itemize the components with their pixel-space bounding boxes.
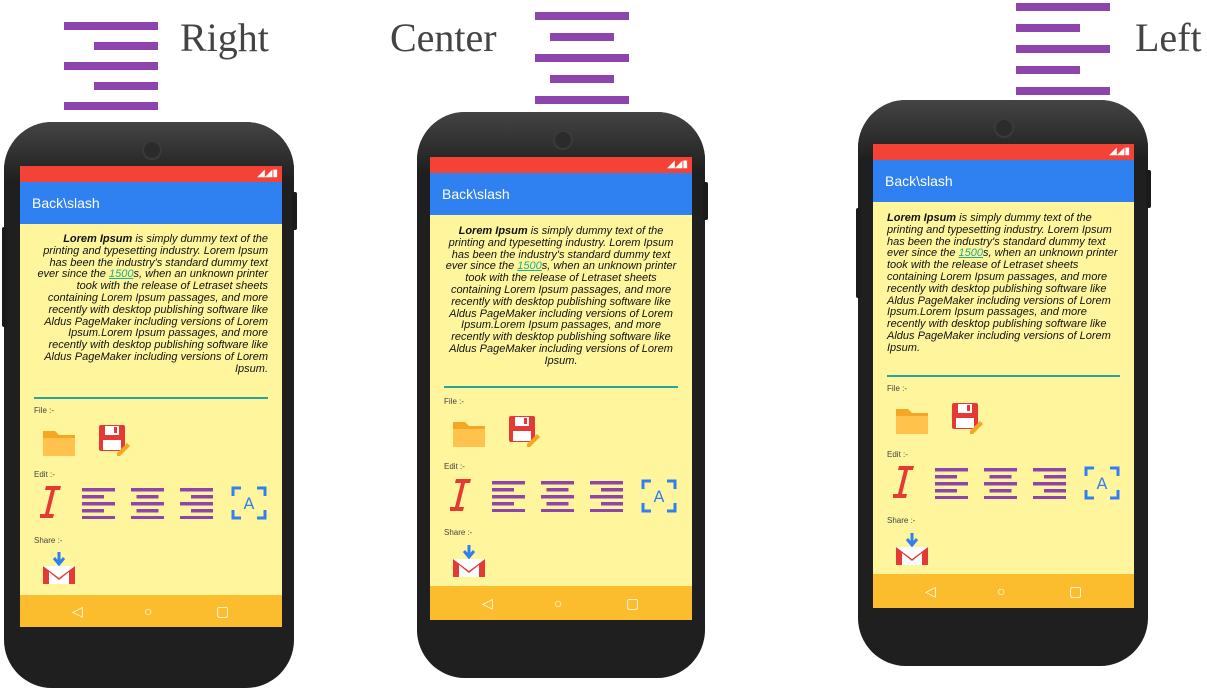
text-underline (444, 386, 678, 388)
align-center-icon (535, 12, 629, 104)
app-bar: Back\slash (20, 182, 282, 224)
svg-text:A: A (654, 487, 665, 506)
screen-center: ◢◢▮ Back\slash Lorem Ipsum is simply dum… (430, 157, 692, 620)
app-title: Back\slash (885, 173, 953, 189)
phone-left: ◢◢▮ Back\slash Lorem Ipsum is simply dum… (856, 100, 1151, 666)
align-center-icon[interactable] (984, 468, 1017, 499)
align-right-icon[interactable] (590, 481, 623, 512)
back-icon[interactable]: ◁ (72, 604, 83, 618)
nav-bar: ◁ ○ ▢ (430, 586, 692, 620)
svg-text:A: A (244, 494, 255, 513)
folder-icon[interactable] (41, 428, 77, 458)
folder-icon[interactable] (451, 419, 487, 449)
edit-label: Edit :- (887, 450, 908, 459)
text-underline (34, 397, 268, 399)
status-bar: ◢◢▮ (873, 144, 1134, 160)
heading-right: Right (180, 15, 269, 60)
app-title: Back\slash (32, 195, 100, 211)
align-right-icon[interactable] (1033, 468, 1066, 499)
italic-icon[interactable] (40, 484, 62, 520)
recents-icon[interactable]: ▢ (1069, 584, 1082, 598)
app-bar: Back\slash (430, 173, 692, 215)
folder-icon[interactable] (894, 406, 930, 436)
heading-center: Center (390, 15, 497, 60)
align-center-icon[interactable] (541, 481, 574, 512)
file-label: File :- (887, 384, 907, 393)
nav-bar: ◁ ○ ▢ (873, 574, 1134, 608)
align-left-icon[interactable] (82, 488, 115, 519)
file-label: File :- (34, 406, 54, 415)
gmail-icon[interactable] (41, 552, 77, 586)
recents-icon[interactable]: ▢ (216, 604, 229, 618)
status-bar: ◢◢▮ (20, 166, 282, 182)
home-icon[interactable]: ○ (144, 604, 152, 618)
align-left-icon[interactable] (492, 481, 525, 512)
text-select-icon[interactable]: A (1084, 466, 1120, 500)
share-label: Share :- (887, 516, 916, 525)
italic-icon[interactable] (893, 464, 915, 500)
screen-left: ◢◢▮ Back\slash Lorem Ipsum is simply dum… (873, 144, 1134, 608)
nav-bar: ◁ ○ ▢ (20, 595, 282, 627)
text-underline (887, 375, 1120, 377)
align-center-icon[interactable] (131, 488, 164, 519)
svg-text:A: A (1097, 474, 1108, 493)
phone-right: ◢◢▮ Back\slash Lorem Ipsum is simply dum… (2, 122, 297, 688)
text-select-icon[interactable]: A (641, 479, 677, 513)
heading-left: Left (1135, 15, 1202, 60)
edit-label: Edit :- (34, 470, 55, 479)
italic-icon[interactable] (450, 477, 472, 513)
share-label: Share :- (444, 528, 473, 537)
align-left-icon[interactable] (935, 468, 968, 499)
home-icon[interactable]: ○ (997, 584, 1005, 598)
gmail-icon[interactable] (451, 545, 487, 579)
save-icon[interactable] (507, 414, 541, 448)
editor-text[interactable]: Lorem Ipsum is simply dummy text of the … (887, 212, 1120, 355)
back-icon[interactable]: ◁ (925, 584, 936, 598)
screen-right: ◢◢▮ Back\slash Lorem Ipsum is simply dum… (20, 166, 282, 627)
recents-icon[interactable]: ▢ (626, 596, 639, 610)
align-right-icon (64, 22, 158, 112)
editor-text[interactable]: Lorem Ipsum is simply dummy text of the … (444, 225, 678, 368)
save-icon[interactable] (97, 423, 131, 457)
edit-label: Edit :- (444, 462, 465, 471)
phone-center: ◢◢▮ Back\slash Lorem Ipsum is simply dum… (417, 112, 708, 678)
app-title: Back\slash (442, 186, 510, 202)
text-select-icon[interactable]: A (231, 486, 267, 520)
align-left-icon (1016, 3, 1110, 95)
gmail-icon[interactable] (894, 533, 930, 567)
app-bar: Back\slash (873, 160, 1134, 202)
editor-text[interactable]: Lorem Ipsum is simply dummy text of the … (34, 233, 268, 376)
home-icon[interactable]: ○ (554, 596, 562, 610)
share-label: Share :- (34, 536, 63, 545)
align-right-icon[interactable] (180, 488, 213, 519)
save-icon[interactable] (950, 401, 984, 435)
status-bar: ◢◢▮ (430, 157, 692, 173)
file-label: File :- (444, 397, 464, 406)
back-icon[interactable]: ◁ (482, 596, 493, 610)
